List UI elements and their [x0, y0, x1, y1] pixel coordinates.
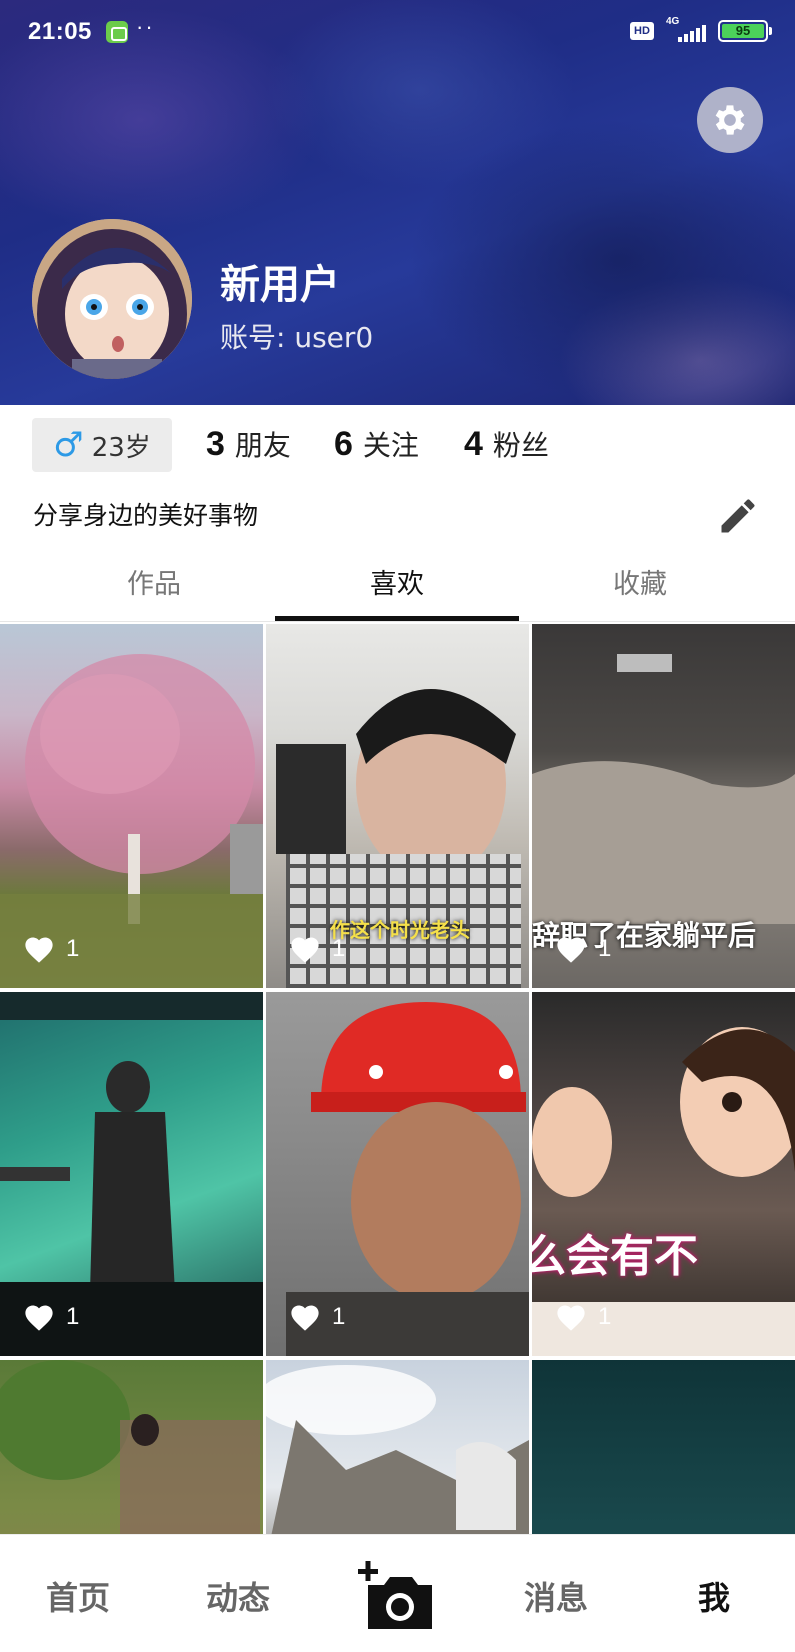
video-thumbnail[interactable]: 作这个时光老头 1: [266, 624, 529, 988]
like-count: 1: [332, 1303, 346, 1330]
heart-icon: [25, 937, 53, 963]
video-caption: 作这个时光老头: [330, 918, 470, 942]
video-thumbnail[interactable]: [266, 1360, 529, 1534]
video-thumbnail[interactable]: [532, 1360, 795, 1534]
stat-following[interactable]: 6 关注: [334, 424, 419, 464]
settings-button[interactable]: [697, 87, 763, 153]
like-indicator: 1: [288, 934, 345, 964]
pencil-icon: [721, 499, 755, 533]
profile-stats: ♂ 23岁 3 朋友 6 关注 4 粉丝: [0, 418, 795, 478]
tab-favorites[interactable]: 收藏: [518, 562, 762, 601]
heart-icon: [25, 1305, 53, 1331]
gender-age-chip: ♂ 23岁: [32, 418, 172, 472]
profile-tabs: 作品 喜欢 收藏: [0, 550, 795, 622]
active-tab-indicator: [275, 616, 519, 621]
gear-icon: [715, 105, 745, 135]
like-count: 1: [66, 935, 80, 962]
bottom-navigation: 首页 动态 消息 我: [0, 1534, 795, 1652]
like-indicator: 1: [554, 934, 611, 964]
stat-label: 粉丝: [492, 429, 549, 462]
heart-icon: [557, 937, 585, 963]
status-time: 21:05: [28, 18, 92, 45]
nav-messages[interactable]: 消息: [496, 1573, 616, 1619]
camera-plus-icon: [358, 1561, 432, 1629]
age-label: 23岁: [91, 432, 151, 463]
stat-number: 4: [464, 425, 483, 463]
heart-icon: [557, 1305, 585, 1331]
signal-icon: [668, 24, 708, 42]
video-caption: 么会有不: [532, 1231, 698, 1282]
status-dots: ··: [136, 14, 155, 39]
video-thumbnail[interactable]: 1: [0, 624, 263, 988]
stat-number: 3: [206, 425, 225, 463]
profile-bio: 分享身边的美好事物: [33, 501, 259, 530]
notification-app-icon: [106, 21, 128, 43]
stat-label: 朋友: [234, 429, 291, 462]
video-thumbnail[interactable]: 么会有不 1: [532, 992, 795, 1356]
profile-name: 新用户: [220, 262, 340, 308]
video-thumbnail[interactable]: 1: [0, 992, 263, 1356]
profile-banner: 21:05 ·· HD 4G 95 新用户 账号: user0: [0, 0, 795, 405]
liked-videos-grid: 1 作这个时光老头 1 辞职了在家躺平后 1 1 1 么会有不 1: [0, 624, 795, 1534]
heart-icon: [291, 1305, 319, 1331]
like-count: 1: [332, 935, 346, 962]
heart-icon: [291, 937, 319, 963]
like-indicator: 1: [22, 1302, 79, 1332]
like-count: 1: [598, 935, 612, 962]
stat-number: 6: [334, 425, 353, 463]
male-icon: ♂: [53, 425, 84, 465]
nav-me[interactable]: 我: [654, 1573, 774, 1619]
create-post-button[interactable]: [356, 1555, 436, 1635]
video-thumbnail[interactable]: 1: [266, 992, 529, 1356]
like-count: 1: [598, 1303, 612, 1330]
battery-level: 95: [722, 24, 764, 38]
like-indicator: 1: [554, 1302, 611, 1332]
like-indicator: 1: [22, 934, 79, 964]
nav-home[interactable]: 首页: [18, 1573, 138, 1619]
stat-friends[interactable]: 3 朋友: [206, 424, 291, 464]
stat-label: 关注: [362, 429, 419, 462]
like-count: 1: [66, 1303, 80, 1330]
status-bar: 21:05 ·· HD 4G 95: [0, 0, 795, 64]
account-id: 账号: user0: [220, 321, 374, 354]
avatar[interactable]: [32, 219, 192, 379]
stat-followers[interactable]: 4 粉丝: [464, 424, 549, 464]
video-thumbnail[interactable]: 辞职了在家躺平后 1: [532, 624, 795, 988]
tab-works[interactable]: 作品: [32, 562, 276, 601]
edit-profile-button[interactable]: [716, 494, 760, 538]
tab-likes[interactable]: 喜欢: [275, 562, 519, 601]
hd-icon: HD: [630, 22, 654, 40]
video-thumbnail[interactable]: [0, 1360, 263, 1534]
battery-icon: 95: [718, 20, 772, 42]
like-indicator: 1: [288, 1302, 345, 1332]
nav-feed[interactable]: 动态: [178, 1573, 298, 1619]
